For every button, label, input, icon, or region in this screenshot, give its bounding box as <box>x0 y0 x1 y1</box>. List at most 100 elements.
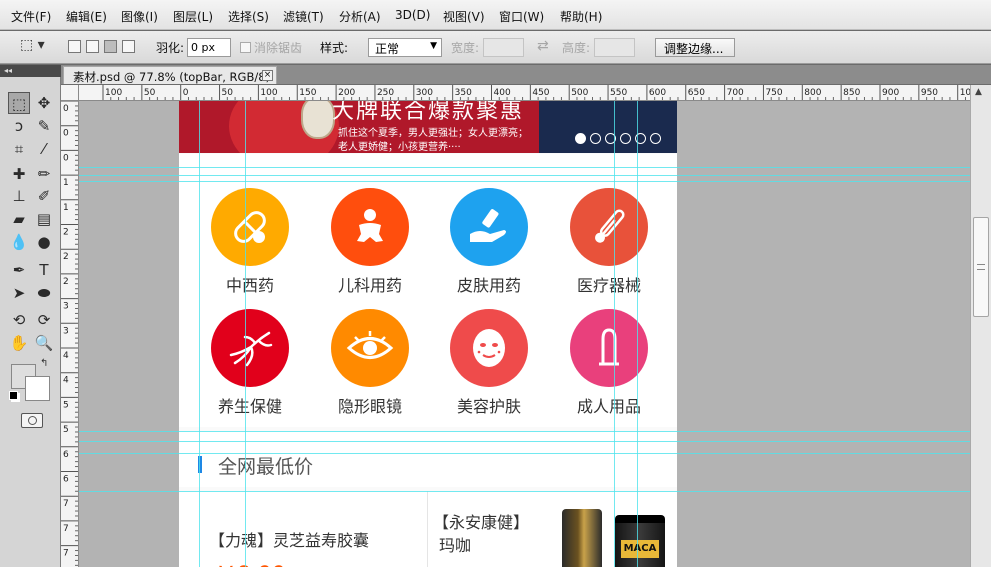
guide-line[interactable] <box>79 491 970 492</box>
scroll-up-icon[interactable]: ▲ <box>975 87 982 97</box>
quick-select-tool-icon[interactable]: ✎ <box>33 115 55 137</box>
subtract-selection-icon[interactable] <box>104 40 117 53</box>
default-colors-icon[interactable] <box>9 391 18 400</box>
category-circle <box>211 309 289 387</box>
add-selection-icon[interactable] <box>86 40 99 53</box>
menu-layer[interactable]: 图层(L) <box>173 8 213 25</box>
banner-headline: 大牌联合爆款聚惠 <box>332 101 525 124</box>
guide-line[interactable] <box>79 181 970 182</box>
dodge-tool-icon[interactable]: ● <box>33 231 55 253</box>
swap-colors-icon[interactable]: ↰ <box>40 358 48 369</box>
guide-line[interactable] <box>79 175 970 176</box>
menu-help[interactable]: 帮助(H) <box>560 8 602 25</box>
type-tool-icon[interactable]: T <box>33 259 55 281</box>
menu-image[interactable]: 图像(I) <box>121 8 158 25</box>
ruler-tick-label: 7 <box>63 499 69 509</box>
document-tab[interactable]: 素材.psd @ 77.8% (topBar, RGB/8) × <box>63 66 277 84</box>
hand-tool-icon[interactable]: ✋ <box>8 332 30 354</box>
category-item[interactable]: 儿科用药 <box>315 188 425 296</box>
zoom-tool-icon[interactable]: 🔍 <box>33 332 55 354</box>
ruler-tick-label: 7 <box>63 549 69 559</box>
height-input[interactable] <box>594 38 635 57</box>
menu-file[interactable]: 文件(F) <box>11 8 51 25</box>
face-mask-icon <box>473 329 505 367</box>
rect-marquee-tool-icon[interactable]: ⬚ <box>8 92 30 114</box>
refine-edge-button[interactable]: 调整边缘... <box>655 38 735 57</box>
pill-icon <box>234 211 266 243</box>
guide-line[interactable] <box>79 441 970 442</box>
menu-select[interactable]: 选择(S) <box>228 8 269 25</box>
close-icon[interactable]: × <box>262 70 273 81</box>
menu-edit[interactable]: 编辑(E) <box>66 8 107 25</box>
carousel-dot[interactable] <box>590 133 601 144</box>
product-name-line1[interactable]: 【永安康健】 <box>433 509 529 533</box>
guide-line[interactable] <box>637 101 638 567</box>
guide-line[interactable] <box>245 101 246 567</box>
pen-tool-icon[interactable]: ✒ <box>8 259 30 281</box>
carousel-dot[interactable] <box>650 133 661 144</box>
guide-line[interactable] <box>79 167 970 168</box>
carousel-dot[interactable] <box>620 133 631 144</box>
category-circle <box>450 309 528 387</box>
history-brush-tool-icon[interactable]: ✐ <box>33 185 55 207</box>
menu-analysis[interactable]: 分析(A) <box>339 8 381 25</box>
brush-tool-icon[interactable]: ✏ <box>33 163 55 185</box>
menu-view[interactable]: 视图(V) <box>443 8 485 25</box>
marquee-tool-preset-icon[interactable]: ⬚ ▾ <box>20 37 45 54</box>
3d-rotate-tool-icon[interactable]: ⟲ <box>8 309 30 331</box>
menu-filter[interactable]: 滤镜(T) <box>283 8 324 25</box>
guide-line[interactable] <box>79 453 970 454</box>
scrollbar-thumb[interactable] <box>973 217 989 317</box>
menu-3d[interactable]: 3D(D) <box>395 8 430 22</box>
category-item[interactable]: 医疗器械 <box>554 188 664 296</box>
new-selection-icon[interactable] <box>68 40 81 53</box>
condom-icon <box>599 328 619 366</box>
ruler-tick-label: 3 <box>63 302 69 312</box>
intersect-selection-icon[interactable] <box>122 40 135 53</box>
style-select[interactable]: 正常 ▼ <box>368 38 442 57</box>
category-item[interactable]: 皮肤用药 <box>434 188 544 296</box>
blur-tool-icon[interactable]: 💧 <box>8 231 30 253</box>
background-color-swatch[interactable] <box>25 376 50 401</box>
category-label: 成人用品 <box>576 397 641 416</box>
crop-tool-icon[interactable]: ⌗ <box>8 138 30 160</box>
product-name[interactable]: 【力魂】灵芝益寿胶囊 <box>209 527 369 551</box>
eraser-tool-icon[interactable]: ▰ <box>8 208 30 230</box>
product-image[interactable] <box>562 509 602 567</box>
menu-window[interactable]: 窗口(W) <box>499 8 544 25</box>
antialias-checkbox[interactable] <box>240 42 251 53</box>
baby-icon <box>357 209 383 242</box>
feather-input[interactable]: 0 px <box>187 38 231 57</box>
panel-collapse-icon[interactable]: ◂◂ <box>0 65 61 77</box>
lasso-tool-icon[interactable]: ↄ <box>8 115 30 137</box>
3d-orbit-tool-icon[interactable]: ⟳ <box>33 309 55 331</box>
carousel-dot[interactable] <box>575 133 586 144</box>
category-item[interactable]: 隐形眼镜 <box>315 309 425 417</box>
width-input[interactable] <box>483 38 524 57</box>
path-select-tool-icon[interactable]: ➤ <box>8 282 30 304</box>
healing-brush-tool-icon[interactable]: ✚ <box>8 163 30 185</box>
horizontal-ruler[interactable]: 100 50 0 50 100 150 200 250 300 350 400 450 500 550 60… <box>79 85 970 101</box>
vertical-ruler[interactable]: 0 0 0 1 1 2 2 2 3 3 4 4 5 5 6 6 7 7 7 <box>61 101 79 567</box>
swap-icon[interactable]: ⇄ <box>537 38 549 55</box>
lowest-price-header: 全网最低价 <box>179 431 677 487</box>
clone-stamp-tool-icon[interactable]: ⊥ <box>8 185 30 207</box>
product-name-line2[interactable]: 玛咖 <box>439 532 471 556</box>
banner[interactable]: 大牌联合爆款聚惠 抓住这个夏季，男人更强壮；女人更漂亮； 老人更娇健；小孩更营养… <box>179 101 677 153</box>
quick-mask-icon[interactable] <box>21 413 43 428</box>
category-item[interactable]: 中西药 <box>195 188 305 296</box>
canvas-area[interactable]: 大牌联合爆款聚惠 抓住这个夏季，男人更强壮；女人更漂亮； 老人更娇健；小孩更营养… <box>79 101 970 567</box>
move-tool-icon[interactable]: ✥ <box>33 92 55 114</box>
category-item[interactable]: 美容护肤 <box>434 309 544 417</box>
category-item[interactable]: 养生保健 <box>195 309 305 417</box>
guide-line[interactable] <box>199 101 200 567</box>
eyedropper-tool-icon[interactable]: ⁄ <box>33 138 55 160</box>
gradient-tool-icon[interactable]: ▤ <box>33 208 55 230</box>
options-bar: ⬚ ▾ 羽化: 0 px 消除锯齿 样式: 正常 ▼ 宽度: ⇄ 高度: 调整边缘… <box>0 31 991 64</box>
vertical-scrollbar[interactable]: ▲ <box>970 85 991 567</box>
ruler-tick-label: 450 <box>532 88 549 98</box>
category-item[interactable]: 成人用品 <box>554 309 664 417</box>
ellipse-tool-icon[interactable]: ⬬ <box>33 282 55 304</box>
guide-line[interactable] <box>79 431 970 432</box>
guide-line[interactable] <box>614 101 615 567</box>
